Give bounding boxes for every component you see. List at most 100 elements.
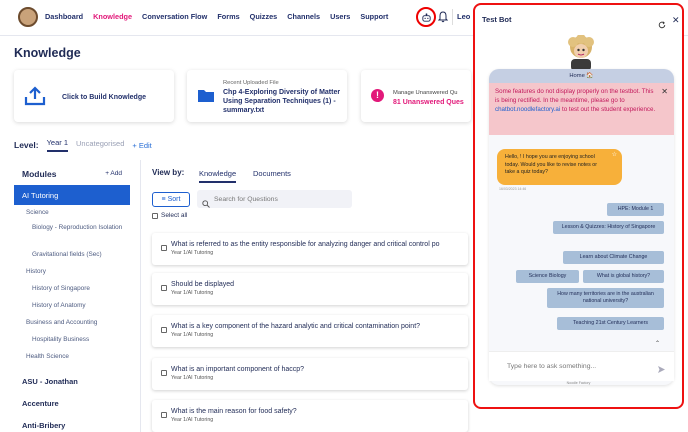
level-tabs: Level: Year 1 Uncategorised + Edit: [14, 138, 152, 152]
question-checkbox[interactable]: [161, 245, 167, 251]
star-icon[interactable]: ☆: [612, 152, 617, 160]
question-checkbox[interactable]: [161, 285, 167, 291]
tree-item[interactable]: Business and Accounting: [14, 317, 130, 334]
chat-window: Home 🏠 Some features do not display prop…: [489, 69, 674, 385]
select-all-label: Select all: [161, 212, 188, 219]
unanswered-caption: Manage Unanswered Qu: [393, 90, 458, 96]
suggestion-button[interactable]: HPE: Module 1: [607, 203, 664, 216]
tab-documents[interactable]: Documents: [253, 169, 291, 178]
tree-item[interactable]: Gravitational fields (Sec): [14, 249, 130, 266]
question-path: Year 1/AI Tutoring: [171, 417, 214, 423]
sort-icon: ≡: [161, 196, 166, 203]
suggestion-button[interactable]: Teaching 21st Century Learners: [557, 317, 664, 330]
test-bot-panel: Test Bot ✕ Home 🏠 Some features do not d…: [473, 3, 684, 409]
recent-file-card[interactable]: Recent Uploaded File Chp 4-Exploring Div…: [187, 70, 347, 122]
close-icon[interactable]: ✕: [661, 87, 668, 96]
suggestion-button[interactable]: Science Biology: [516, 270, 579, 283]
suggestion-button[interactable]: Lesson & Quizzes: History of Singapore: [553, 221, 664, 234]
nav-users[interactable]: Users: [330, 12, 350, 21]
tree-item[interactable]: Health Science: [14, 351, 130, 368]
send-icon[interactable]: [657, 361, 666, 379]
tree-item[interactable]: History of Singapore: [14, 283, 130, 300]
tree-item[interactable]: Biology - Reproduction Isolation: [14, 224, 130, 249]
question-card[interactable]: What is an important component of haccp?…: [152, 358, 468, 390]
refresh-icon[interactable]: [658, 16, 666, 34]
chat-input-area: [489, 351, 674, 381]
nav-knowledge[interactable]: Knowledge: [93, 12, 132, 21]
home-button[interactable]: Home 🏠: [489, 69, 674, 83]
test-bot-icon[interactable]: [416, 7, 436, 27]
nav-dashboard[interactable]: Dashboard: [45, 12, 83, 21]
tree-item[interactable]: History: [14, 266, 130, 283]
suggestion-button[interactable]: Learn about Climate Change: [563, 251, 664, 264]
question-card[interactable]: What is the main reason for food safety?…: [152, 400, 468, 432]
notice-banner: Some features do not display properly on…: [489, 83, 674, 135]
tree-item[interactable]: History of Anatomy: [14, 300, 130, 317]
tab-uncategorised[interactable]: Uncategorised: [76, 139, 124, 151]
question-checkbox[interactable]: [161, 327, 167, 333]
question-card[interactable]: What is a key component of the hazard an…: [152, 315, 468, 347]
nav-forms[interactable]: Forms: [217, 12, 239, 21]
upload-icon: [24, 86, 46, 111]
search-icon: [202, 195, 210, 213]
notice-link[interactable]: chatbot.noodlefactory.ai: [495, 106, 560, 113]
module-item[interactable]: Anti-Bribery: [22, 421, 65, 430]
notice-text: Some features do not display properly on…: [495, 88, 654, 104]
nav-support[interactable]: Support: [360, 12, 388, 21]
unanswered-card[interactable]: ! Manage Unanswered Qu 81 Unanswered Que…: [361, 70, 471, 122]
tree-item[interactable]: Hospitality Business: [14, 334, 130, 351]
question-card[interactable]: Should be displayed Year 1/AI Tutoring: [152, 273, 468, 305]
nav-channels[interactable]: Channels: [287, 12, 320, 21]
search-input[interactable]: [214, 192, 349, 206]
powered-by: Noodle Factory: [566, 381, 591, 385]
sort-button[interactable]: ≡ Sort: [152, 192, 190, 207]
add-module-button[interactable]: + Add: [105, 170, 122, 177]
sidebar-divider: [140, 160, 141, 432]
nav-links: Dashboard Knowledge Conversation Flow Fo…: [45, 12, 388, 21]
unanswered-count: 81 Unanswered Ques: [393, 99, 464, 106]
close-icon[interactable]: ✕: [672, 15, 680, 26]
module-tree: Science Biology - Reproduction Isolation…: [14, 207, 130, 368]
chat-title: Test Bot: [482, 15, 512, 24]
view-by-label: View by:: [152, 168, 185, 177]
question-title: What is an important component of haccp?: [171, 366, 305, 373]
alert-icon: !: [371, 89, 384, 102]
module-item-active[interactable]: AI Tutoring: [14, 185, 130, 205]
nav-quizzes[interactable]: Quizzes: [250, 12, 278, 21]
question-title: What is the main reason for food safety?: [171, 408, 297, 415]
question-checkbox[interactable]: [161, 412, 167, 418]
bot-avatar: [562, 34, 600, 71]
user-menu[interactable]: Leo: [457, 12, 470, 21]
page-title: Knowledge: [14, 46, 81, 60]
module-item[interactable]: ASU - Jonathan: [22, 377, 78, 386]
logo[interactable]: [18, 7, 38, 27]
bell-icon[interactable]: [437, 10, 449, 28]
question-path: Year 1/AI Tutoring: [171, 332, 214, 338]
question-checkbox[interactable]: [161, 370, 167, 376]
select-all[interactable]: Select all: [152, 212, 187, 219]
level-label: Level:: [14, 140, 39, 150]
build-knowledge-card[interactable]: Click to Build Knowledge: [14, 70, 174, 122]
question-path: Year 1/AI Tutoring: [171, 250, 214, 256]
suggestion-button[interactable]: What is global history?: [583, 270, 664, 283]
recent-file-caption: Recent Uploaded File: [223, 80, 279, 86]
tab-knowledge[interactable]: Knowledge: [199, 169, 237, 183]
edit-level-button[interactable]: + Edit: [132, 141, 151, 150]
message-timestamp: 16/03/2023 14:46: [499, 187, 527, 191]
select-all-checkbox[interactable]: [152, 212, 158, 219]
modules-header: Modules + Add: [14, 166, 130, 184]
question-path: Year 1/AI Tutoring: [171, 375, 214, 381]
folder-icon: [197, 88, 215, 108]
sort-label: Sort: [167, 196, 181, 203]
module-item[interactable]: Accenture: [22, 399, 59, 408]
notice-text-end: to test out the student experience.: [560, 106, 656, 113]
nav-separator: [452, 9, 453, 25]
tab-year-1[interactable]: Year 1: [46, 138, 68, 152]
question-card[interactable]: What is referred to as the entity respon…: [152, 233, 468, 265]
tree-item[interactable]: Science: [14, 207, 130, 224]
chat-input[interactable]: [507, 360, 647, 372]
recent-file-name: Chp 4-Exploring Diversity of Matter Usin…: [223, 89, 341, 114]
chevron-up-icon[interactable]: ⌃: [655, 340, 660, 347]
nav-conversation-flow[interactable]: Conversation Flow: [142, 12, 207, 21]
suggestion-button[interactable]: How many territories are in the australi…: [547, 288, 664, 308]
